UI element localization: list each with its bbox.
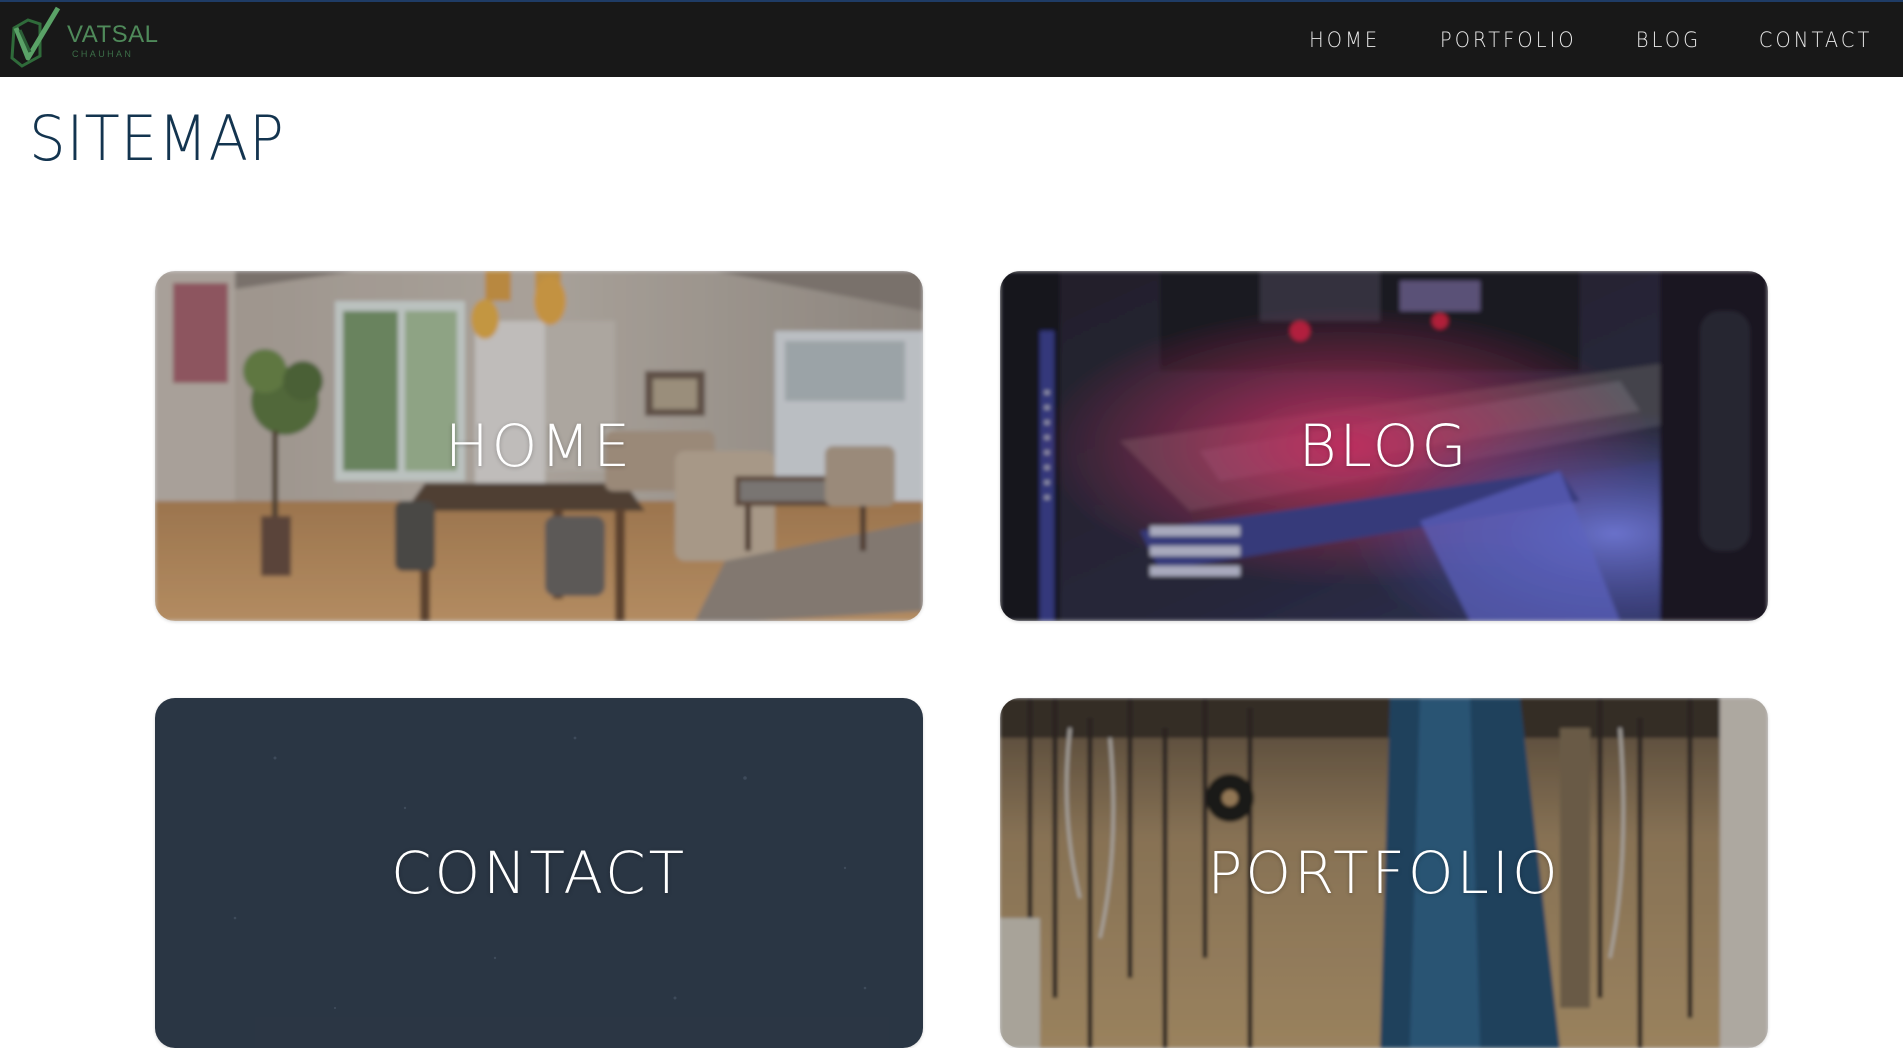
tile-label-contact: CONTACT — [390, 839, 688, 907]
logo-subtitle: CHAUHAN — [72, 49, 134, 59]
nav-home-link[interactable]: HOME — [1310, 30, 1381, 51]
nav-portfolio-link[interactable]: PORTFOLIO — [1440, 30, 1577, 51]
site-logo[interactable]: VATSAL CHAUHAN — [10, 6, 158, 72]
sitemap-tile-contact[interactable]: CONTACT — [155, 698, 923, 1048]
sitemap-tile-home[interactable]: HOME — [155, 271, 923, 621]
main-nav: HOME PORTFOLIO BLOG CONTACT — [1306, 2, 1877, 79]
logo-name: VATSAL — [67, 21, 159, 48]
tile-label-home: HOME — [445, 412, 633, 480]
tile-label-blog: BLOG — [1298, 412, 1470, 480]
page-title: SITEMAP — [29, 102, 285, 175]
nav-contact-link[interactable]: CONTACT — [1759, 30, 1873, 51]
tile-label-portfolio: PORTFOLIO — [1207, 839, 1561, 907]
nav-blog-link[interactable]: BLOG — [1635, 30, 1700, 51]
sitemap-tile-blog[interactable]: BLOG — [1000, 271, 1768, 621]
sitemap-tile-portfolio[interactable]: PORTFOLIO — [1000, 698, 1768, 1048]
checkmark-logo-icon — [10, 6, 61, 68]
site-header: VATSAL CHAUHAN HOME PORTFOLIO BLOG CONTA… — [0, 0, 1903, 77]
